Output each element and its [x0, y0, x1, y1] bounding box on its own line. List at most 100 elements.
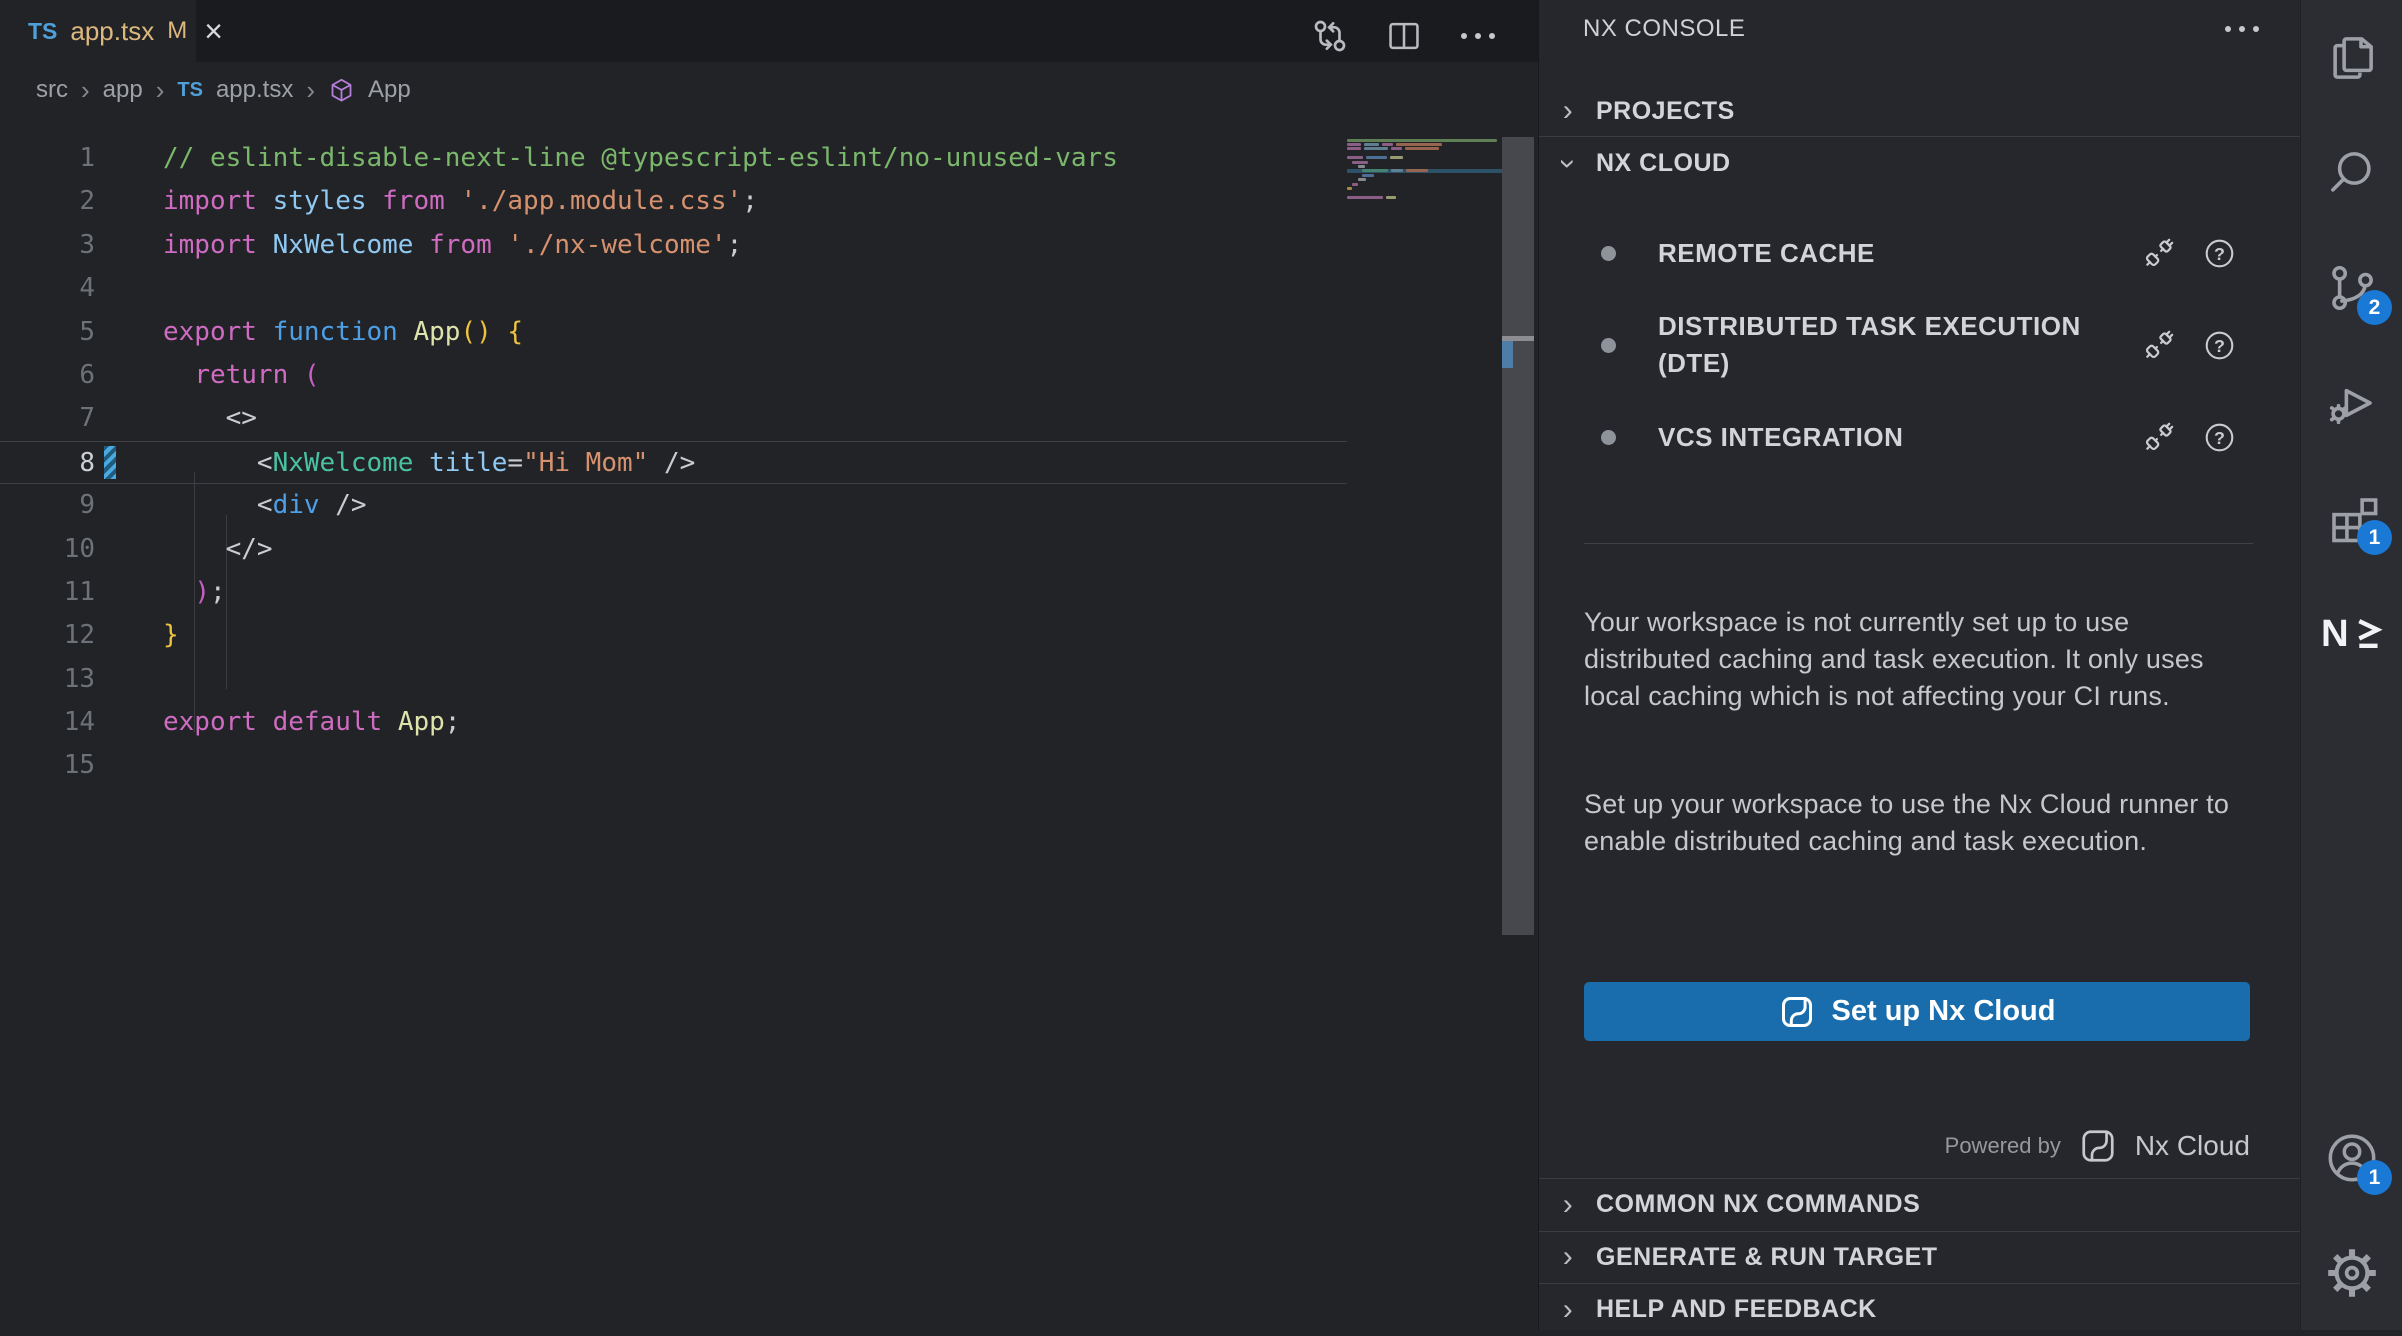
code-text: return (	[95, 354, 320, 397]
nx-cloud-brand-label: Nx Cloud	[2135, 1130, 2250, 1162]
code-line[interactable]: 3import NxWelcome from './nx-welcome';	[0, 224, 1347, 267]
help-icon[interactable]: ?	[2203, 421, 2236, 454]
activity-bar: 2 1 N 1	[2300, 0, 2402, 1330]
more-actions-icon[interactable]	[1458, 16, 1498, 56]
split-editor-icon[interactable]	[1384, 16, 1424, 56]
nx-cloud-feature-row[interactable]: REMOTE CACHE ?	[1539, 207, 2300, 299]
code-editor[interactable]: 1// eslint-disable-next-line @typescript…	[0, 118, 1347, 788]
code-line[interactable]: 7 <>	[0, 397, 1347, 440]
close-tab-icon[interactable]: ×	[204, 15, 223, 47]
status-dot-icon	[1601, 338, 1616, 353]
breadcrumb-separator: ›	[156, 75, 165, 106]
breadcrumb-file[interactable]: app.tsx	[216, 76, 293, 104]
code-line[interactable]: 6 return (	[0, 354, 1347, 397]
breadcrumb-separator: ›	[306, 75, 315, 106]
breadcrumb-app[interactable]: app	[103, 76, 143, 104]
code-line[interactable]: 14export default App;	[0, 701, 1347, 744]
code-text: import NxWelcome from './nx-welcome';	[95, 224, 742, 267]
connect-plug-icon[interactable]	[2141, 235, 2177, 271]
extensions-icon[interactable]: 1	[2301, 460, 2402, 575]
code-line[interactable]: 5export function App() {	[0, 311, 1347, 354]
svg-text:?: ?	[2214, 243, 2225, 263]
svg-text:?: ?	[2214, 335, 2225, 355]
nx-cloud-feature-row[interactable]: VCS INTEGRATION ?	[1539, 391, 2300, 483]
accounts-badge: 1	[2357, 1160, 2392, 1195]
line-number: 10	[0, 528, 95, 571]
code-line[interactable]: 11 );	[0, 571, 1347, 614]
panel-more-actions-icon[interactable]	[2222, 9, 2262, 49]
line-number: 7	[0, 397, 95, 440]
vertical-scrollbar[interactable]	[1502, 137, 1534, 935]
breadcrumb-symbol[interactable]: App	[368, 76, 411, 104]
setup-hint-text: Set up your workspace to use the Nx Clou…	[1584, 786, 2256, 860]
line-number: 5	[0, 311, 95, 354]
section-projects[interactable]: › PROJECTS	[1539, 86, 2300, 136]
line-number: 6	[0, 354, 95, 397]
code-line[interactable]: 1// eslint-disable-next-line @typescript…	[0, 137, 1347, 180]
line-number: 15	[0, 744, 95, 787]
minimap-row	[1347, 200, 1502, 204]
feature-label: VCS INTEGRATION	[1658, 419, 1903, 456]
panel-header: NX CONSOLE	[1539, 0, 2300, 58]
code-text: <NxWelcome title="Hi Mom" />	[95, 442, 695, 483]
breadcrumb: src › app › TS app.tsx › App	[0, 62, 1538, 118]
powered-by: Powered by Nx Cloud	[1945, 1120, 2250, 1172]
connect-plug-icon[interactable]	[2141, 419, 2177, 455]
source-control-badge: 2	[2357, 290, 2392, 325]
nx-cloud-feature-row[interactable]: DISTRIBUTED TASK EXECUTION (DTE)	[1539, 299, 2300, 391]
nx-console-panel: NX CONSOLE › PROJECTS › NX CLOUD REMOTE …	[1538, 0, 2300, 1330]
open-changes-icon[interactable]	[1310, 16, 1350, 56]
line-number: 9	[0, 484, 95, 527]
setup-button-label: Set up Nx Cloud	[1832, 995, 2056, 1028]
help-icon[interactable]: ?	[2203, 237, 2236, 270]
code-line[interactable]: 15	[0, 744, 1347, 787]
workspace-status-text: Your workspace is not currently set up t…	[1584, 604, 2256, 715]
section-nx-cloud[interactable]: › NX CLOUD	[1539, 136, 2300, 190]
status-dot-icon	[1601, 246, 1616, 261]
setup-nx-cloud-button[interactable]: Set up Nx Cloud	[1584, 982, 2250, 1041]
code-line[interactable]: 9 <div />	[0, 484, 1347, 527]
minimap[interactable]	[1347, 138, 1502, 218]
code-line[interactable]: 8 <NxWelcome title="Hi Mom" />	[0, 441, 1347, 484]
chevron-down-icon: ›	[1551, 151, 1585, 177]
breadcrumb-src[interactable]: src	[36, 76, 68, 104]
editor-toolbar	[1310, 14, 1498, 58]
code-text: <div />	[95, 484, 367, 527]
run-debug-icon[interactable]	[2301, 345, 2402, 460]
code-line[interactable]: 13	[0, 658, 1347, 701]
typescript-file-icon: TS	[177, 79, 203, 102]
search-icon[interactable]	[2301, 115, 2402, 230]
tab-bar: TS app.tsx M ×	[0, 0, 1538, 62]
breadcrumb-separator: ›	[81, 75, 90, 106]
code-text: export default App;	[95, 701, 460, 744]
status-dot-icon	[1601, 430, 1616, 445]
panel-section-row[interactable]: › HELP AND FEEDBACK	[1539, 1283, 2300, 1336]
code-line[interactable]: 2import styles from './app.module.css';	[0, 180, 1347, 223]
svg-text:?: ?	[2214, 427, 2225, 447]
chevron-right-icon: ›	[1555, 1240, 1581, 1274]
explorer-icon[interactable]	[2301, 0, 2402, 115]
git-modified-badge: M	[167, 17, 187, 45]
panel-section-row[interactable]: › COMMON NX COMMANDS	[1539, 1178, 2300, 1231]
settings-gear-icon[interactable]	[2301, 1215, 2402, 1330]
line-number: 12	[0, 614, 95, 657]
code-line[interactable]: 12}	[0, 614, 1347, 657]
help-icon[interactable]: ?	[2203, 329, 2236, 362]
code-line[interactable]: 10 </>	[0, 528, 1347, 571]
connect-plug-icon[interactable]	[2141, 327, 2177, 363]
panel-section-row[interactable]: › GENERATE & RUN TARGET	[1539, 1231, 2300, 1284]
accounts-icon[interactable]: 1	[2301, 1100, 2402, 1215]
source-control-icon[interactable]: 2	[2301, 230, 2402, 345]
tab-filename: app.tsx	[70, 16, 154, 47]
tab-app-tsx[interactable]: TS app.tsx M ×	[0, 0, 196, 62]
overview-ruler-modified-marker	[1502, 341, 1513, 368]
code-text	[95, 744, 163, 787]
line-number: 2	[0, 180, 95, 223]
chevron-right-icon: ›	[1555, 1293, 1581, 1327]
extensions-badge: 1	[2357, 520, 2392, 555]
nx-console-icon[interactable]: N	[2301, 575, 2402, 690]
nx-cloud-feature-list: REMOTE CACHE ?	[1539, 207, 2300, 483]
code-line[interactable]: 4	[0, 267, 1347, 310]
svg-text:N: N	[2321, 613, 2349, 653]
line-number: 3	[0, 224, 95, 267]
